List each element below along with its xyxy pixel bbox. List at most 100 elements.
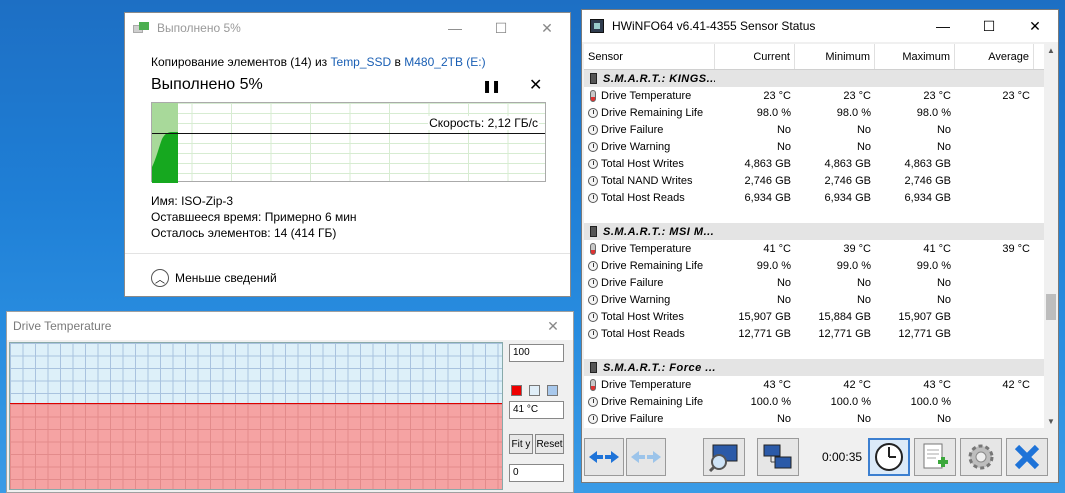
sensor-name: Total Host Reads <box>584 192 715 204</box>
clock-icon <box>588 175 598 186</box>
sensor-row[interactable]: Drive Remaining Life 99.0 % 99.0 % 99.0 % <box>584 257 1044 274</box>
vertical-scrollbar[interactable]: ▲ ▼ <box>1044 44 1058 428</box>
col-maximum[interactable]: Maximum <box>875 44 955 69</box>
sensor-label: Drive Warning <box>601 140 671 153</box>
scroll-down-icon[interactable]: ▼ <box>1047 417 1055 426</box>
destination-link[interactable]: M480_2TB (E:) <box>404 55 485 69</box>
name-row: Имя: ISO-Zip-3 <box>151 194 233 208</box>
source-link[interactable]: Temp_SSD <box>331 55 392 69</box>
sensor-group-header[interactable]: S.M.A.R.T.: MSI M... <box>584 223 1044 240</box>
sensor-current: No <box>776 293 791 306</box>
sensor-row[interactable]: Total Host Reads 6,934 GB 6,934 GB 6,934 GB <box>584 189 1044 206</box>
sensor-label: Total Host Reads <box>601 191 685 204</box>
settings-gear-icon[interactable] <box>960 438 1002 476</box>
sensor-name: Drive Remaining Life <box>584 107 715 119</box>
sensor-name: Drive Failure <box>584 413 715 425</box>
pause-button[interactable]: ❚❚ <box>482 79 501 93</box>
min-value-box[interactable]: 0 <box>509 464 564 482</box>
sensor-row[interactable]: Total Host Writes 15,907 GB 15,884 GB 15,90… <box>584 308 1044 325</box>
sensor-name: Total Host Reads <box>584 328 715 340</box>
name-value: ISO-Zip-3 <box>181 194 234 208</box>
thermometer-icon <box>590 242 596 255</box>
group-label: S.M.A.R.T.: MSI M... <box>603 225 715 238</box>
sensor-current: 2,746 GB <box>744 174 791 187</box>
col-sensor[interactable]: Sensor <box>584 44 715 69</box>
sensor-group-header[interactable]: S.M.A.R.T.: KINGS... <box>584 70 1044 87</box>
clock-icon <box>588 124 598 135</box>
sensor-minimum: 12,771 GB <box>818 327 871 340</box>
grid-color-swatch[interactable] <box>547 385 558 396</box>
sensor-maximum: 41 °C <box>923 242 951 255</box>
sensor-group-header[interactable]: S.M.A.R.T.: Force ... <box>584 359 1044 376</box>
sensor-minimum: 39 °C <box>843 242 871 255</box>
group-label: S.M.A.R.T.: KINGS... <box>603 72 715 85</box>
sensor-minimum: No <box>856 123 871 136</box>
sensor-row[interactable]: Drive Remaining Life 98.0 % 98.0 % 98.0 % <box>584 104 1044 121</box>
sensor-label: Drive Remaining Life <box>601 259 704 272</box>
col-minimum[interactable]: Minimum <box>795 44 875 69</box>
sensor-row[interactable]: Drive Temperature 41 °C 39 °C 41 °C 39 °C <box>584 240 1044 257</box>
close-icon[interactable]: ✕ <box>533 318 573 335</box>
monitor-search-icon[interactable] <box>703 438 745 476</box>
sensor-average: 42 °C <box>1002 378 1030 391</box>
sensor-row[interactable]: Drive Remaining Life 100.0 % 100.0 % 100.0 … <box>584 393 1044 410</box>
sensor-average: 39 °C <box>1002 242 1030 255</box>
sensor-name: Total Host Writes <box>584 311 715 323</box>
sensor-label: Total Host Writes <box>601 157 684 170</box>
less-details-button[interactable]: ︿ Меньше сведений <box>151 269 277 287</box>
hwinfo-app-icon <box>590 19 604 33</box>
sensor-row[interactable]: Drive Failure No No No <box>584 121 1044 138</box>
sensor-rows: S.M.A.R.T.: KINGS... Drive Temperature 23 … <box>584 70 1044 427</box>
scroll-thumb[interactable] <box>1046 294 1056 320</box>
chevron-up-icon: ︿ <box>151 269 169 287</box>
col-average[interactable]: Average <box>955 44 1034 69</box>
arrows-icon[interactable] <box>584 438 624 476</box>
clock-icon <box>588 311 598 322</box>
close-icon[interactable]: ✕ <box>1012 18 1058 35</box>
clock-icon <box>588 396 598 407</box>
close-x-icon[interactable] <box>1006 438 1048 476</box>
thermometer-icon <box>590 89 596 102</box>
line-color-swatch[interactable] <box>511 385 522 396</box>
reset-button[interactable]: Reset <box>535 434 564 454</box>
sensor-label: Drive Failure <box>601 276 664 289</box>
sensor-minimum: 42 °C <box>843 378 871 391</box>
sensor-label: Total Host Writes <box>601 310 684 323</box>
clock-icon[interactable] <box>868 438 910 476</box>
sensor-row[interactable]: Drive Temperature 43 °C 42 °C 43 °C 42 °C <box>584 376 1044 393</box>
cancel-copy-button[interactable]: ✕ <box>529 75 542 95</box>
col-current[interactable]: Current <box>715 44 795 69</box>
sensor-row[interactable]: Total NAND Writes 2,746 GB 2,746 GB 2,746 G… <box>584 172 1044 189</box>
sensor-row[interactable]: Drive Warning No No No <box>584 138 1044 155</box>
copy-files-icon <box>133 22 149 34</box>
minimize-icon[interactable]: — <box>920 18 966 34</box>
sensor-label: Drive Remaining Life <box>601 395 704 408</box>
speed-label: Скорость: 2,12 ГБ/с <box>428 116 539 130</box>
sensor-row[interactable]: Total Host Writes 4,863 GB 4,863 GB 4,863 G… <box>584 155 1044 172</box>
sensor-minimum: No <box>856 293 871 306</box>
sensor-row[interactable]: Drive Failure No No No <box>584 410 1044 427</box>
maximize-icon[interactable]: ☐ <box>966 18 1012 35</box>
sensor-row[interactable]: Drive Failure No No No <box>584 274 1044 291</box>
close-window-icon[interactable]: ✕ <box>524 20 570 37</box>
sensor-current: 43 °C <box>763 378 791 391</box>
max-value-box[interactable]: 100 <box>509 344 564 362</box>
sensor-label: Drive Failure <box>601 123 664 136</box>
sensor-row[interactable]: Drive Temperature 23 °C 23 °C 23 °C 23 °C <box>584 87 1044 104</box>
minimize-icon[interactable]: — <box>432 20 478 36</box>
network-icon[interactable] <box>757 438 799 476</box>
sensor-row[interactable]: Drive Warning No No No <box>584 291 1044 308</box>
sensor-maximum: 23 °C <box>923 89 951 102</box>
background-color-swatch[interactable] <box>529 385 540 396</box>
add-report-icon[interactable] <box>914 438 956 476</box>
current-speed-line <box>152 133 545 134</box>
sensor-label: Drive Warning <box>601 293 671 306</box>
scroll-up-icon[interactable]: ▲ <box>1047 46 1055 55</box>
sensor-name: Drive Warning <box>584 141 715 153</box>
sensor-maximum: No <box>936 293 951 306</box>
fit-y-button[interactable]: Fit y <box>509 434 533 454</box>
sensor-minimum: No <box>856 276 871 289</box>
group-label: S.M.A.R.T.: Force ... <box>603 361 715 374</box>
sensor-row[interactable]: Total Host Reads 12,771 GB 12,771 GB 12,771… <box>584 325 1044 342</box>
sensor-maximum: No <box>936 123 951 136</box>
